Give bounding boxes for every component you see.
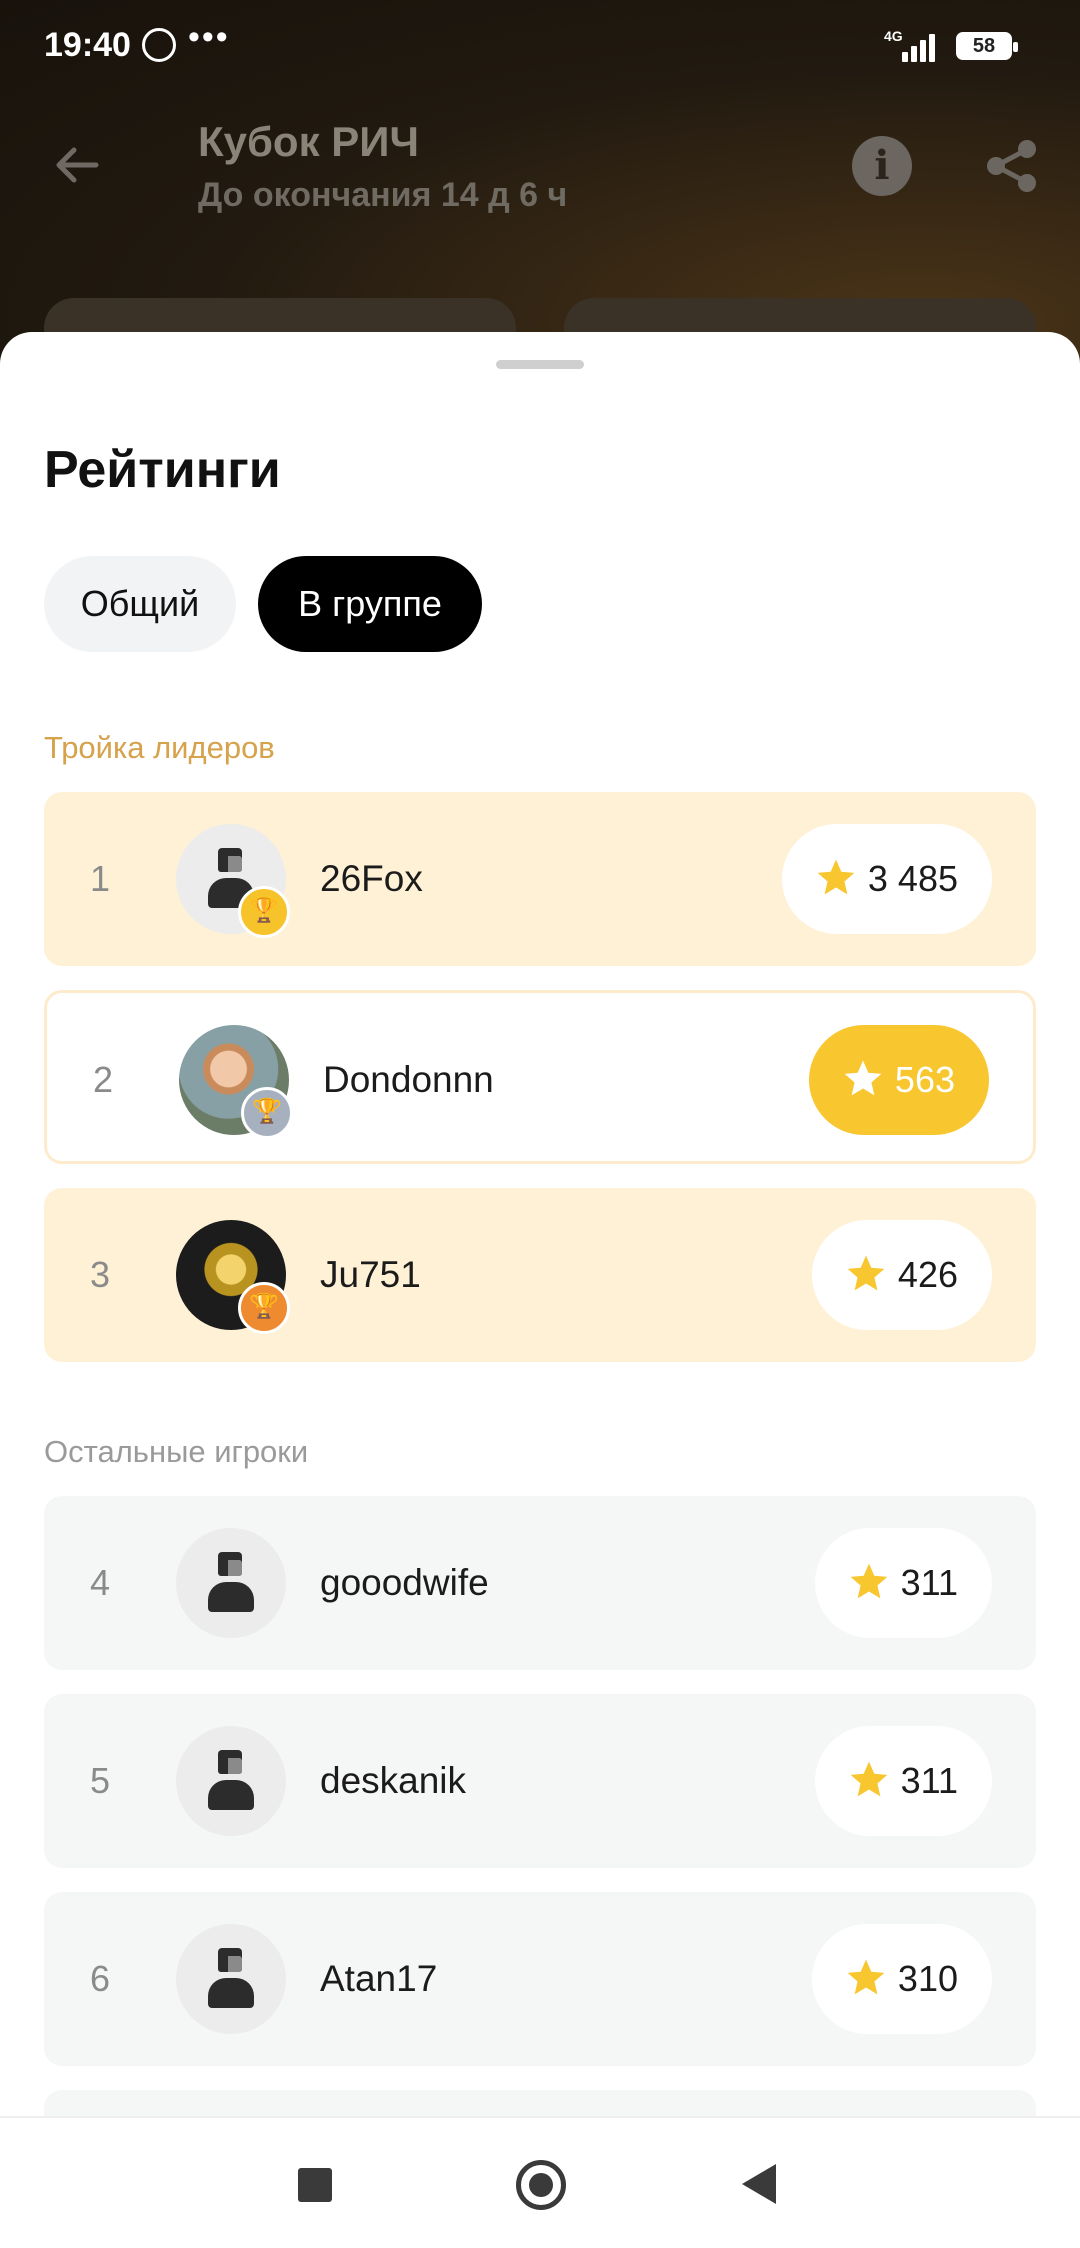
page-subtitle: До окончания 14 д 6 ч — [198, 176, 568, 214]
player-name: Ju751 — [320, 1254, 421, 1295]
score-badge: 3 485 — [781, 824, 992, 934]
player-row[interactable]: 5 deskanik 311 — [44, 1694, 1036, 1868]
score-value: 426 — [897, 1254, 958, 1295]
network-type: 4G — [884, 28, 903, 44]
status-dots: ••• — [188, 18, 230, 56]
score-value: 563 — [894, 1059, 955, 1100]
score-badge: 563 — [808, 1025, 989, 1135]
avatar: 🏆 — [176, 824, 290, 938]
score-badge: 426 — [811, 1220, 992, 1330]
trophy-icon: 🏆 — [238, 1282, 290, 1334]
back-arrow-icon[interactable] — [52, 140, 102, 190]
rank-number: 3 — [90, 1254, 111, 1295]
star-icon — [844, 1061, 882, 1096]
star-icon — [847, 1960, 885, 1995]
rank-number: 1 — [90, 858, 111, 899]
page-title: Кубок РИЧ — [198, 118, 419, 165]
score-value: 310 — [897, 1958, 958, 1999]
leader-row[interactable]: 3 🏆 Ju751 426 — [44, 1188, 1036, 1362]
avatar — [176, 1726, 286, 1836]
person-icon — [208, 1948, 254, 2010]
info-icon[interactable]: i — [852, 136, 912, 196]
home-icon[interactable] — [516, 2160, 566, 2210]
avatar — [176, 1924, 286, 2034]
leader-row[interactable]: 1 🏆 26Fox 3 485 — [44, 792, 1036, 966]
trophy-icon: 🏆 — [241, 1087, 293, 1139]
section-leaders-title: Тройка лидеров — [44, 730, 275, 765]
system-nav-bar — [0, 2116, 1080, 2248]
player-name: Dondonnn — [323, 1059, 494, 1100]
rank-number: 4 — [90, 1562, 111, 1603]
star-icon — [850, 1762, 887, 1797]
player-row[interactable]: 4 gooodwife 311 — [44, 1496, 1036, 1670]
tab-in-group[interactable]: В группе — [258, 556, 482, 652]
score-badge: 311 — [814, 1726, 992, 1836]
status-time: 19:40 — [44, 26, 131, 64]
score-badge: 310 — [811, 1924, 992, 2034]
star-icon — [817, 860, 855, 895]
person-icon — [208, 1552, 254, 1614]
recents-icon[interactable] — [298, 2168, 332, 2202]
player-name: deskanik — [320, 1760, 467, 1801]
player-name: Atan17 — [320, 1958, 438, 1999]
section-others-title: Остальные игроки — [44, 1434, 309, 1469]
whatsapp-icon — [142, 28, 176, 62]
score-value: 311 — [900, 1562, 958, 1603]
signal-icon — [902, 32, 942, 62]
avatar: 🏆 — [179, 1025, 293, 1139]
player-name: 26Fox — [320, 858, 423, 899]
sheet-drag-handle[interactable] — [496, 360, 584, 369]
tab-overall[interactable]: Общий — [44, 556, 236, 652]
battery-icon: 58 — [956, 32, 1018, 60]
rank-number: 5 — [90, 1760, 111, 1801]
score-value: 311 — [900, 1760, 958, 1801]
avatar — [176, 1528, 286, 1638]
player-row[interactable]: 6 Atan17 310 — [44, 1892, 1036, 2066]
avatar: 🏆 — [176, 1220, 290, 1334]
rank-number: 6 — [90, 1958, 111, 1999]
ratings-sheet: Рейтинги Общий В группе Тройка лидеров 1… — [0, 332, 1080, 2246]
rank-number: 2 — [93, 1059, 114, 1100]
share-icon[interactable] — [982, 136, 1042, 196]
score-badge: 311 — [814, 1528, 992, 1638]
star-icon — [850, 1564, 887, 1599]
nav-back-icon[interactable] — [742, 2164, 776, 2204]
trophy-icon: 🏆 — [238, 886, 290, 938]
player-name: gooodwife — [320, 1562, 489, 1603]
person-icon — [208, 1750, 254, 1812]
status-bar: 19:40 ••• 4G 58 — [0, 0, 1080, 96]
sheet-title: Рейтинги — [44, 441, 281, 499]
star-icon — [847, 1256, 885, 1291]
leader-row[interactable]: 2 🏆 Dondonnn 563 — [44, 990, 1036, 1164]
score-value: 3 485 — [867, 858, 958, 899]
